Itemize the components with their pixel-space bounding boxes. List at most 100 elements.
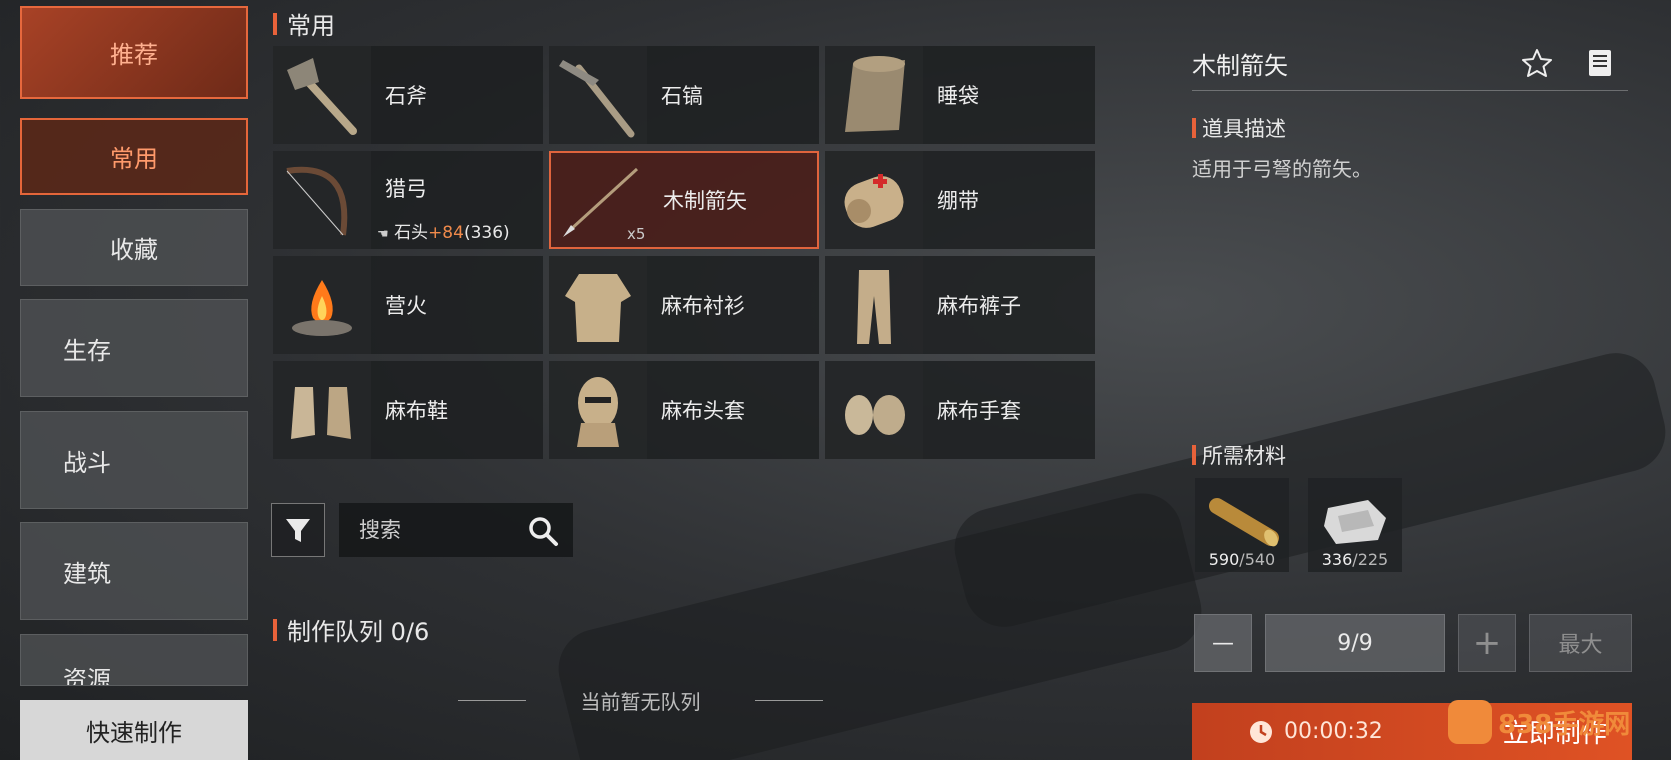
material-count: 590/540 — [1195, 550, 1289, 569]
linen-shirt-icon — [549, 256, 647, 354]
sidebar-item-label: 建筑 — [63, 559, 111, 588]
background-shape — [550, 484, 1210, 760]
linen-pants-icon — [825, 256, 923, 354]
item-card-campfire[interactable]: 营火 — [273, 256, 543, 354]
sidebar-item-combat[interactable]: 战斗 — [20, 411, 248, 509]
item-requirement: ☚ 石头+84(336) — [377, 218, 510, 243]
clock-icon — [1250, 720, 1272, 743]
filter-button[interactable] — [271, 503, 325, 557]
item-card-stone-pickaxe[interactable]: 石镐 — [549, 46, 819, 144]
material-count: 336/225 — [1308, 550, 1402, 569]
linen-gloves-icon — [825, 361, 923, 459]
description-heading-text: 道具描述 — [1202, 117, 1286, 141]
materials-heading: 所需材料 — [1192, 440, 1286, 470]
search-box — [339, 503, 573, 557]
requirement-count: (336) — [463, 223, 510, 243]
item-name: 麻布头套 — [661, 399, 745, 423]
sidebar-item-label: 资源 — [63, 666, 111, 686]
plus-icon: + — [1472, 623, 1502, 663]
watermark-logo-icon — [1448, 700, 1492, 744]
item-card-bandage[interactable]: 绷带 — [825, 151, 1095, 249]
sidebar-item-building[interactable]: 建筑 — [20, 522, 248, 620]
filter-icon — [286, 519, 310, 542]
hunting-bow-icon — [273, 151, 371, 249]
material-card-stone[interactable]: 336/225 — [1308, 478, 1402, 572]
item-name: 猎弓 — [385, 177, 427, 201]
stone-axe-icon — [273, 46, 371, 144]
stone-pickaxe-icon — [549, 46, 647, 144]
quick-craft-label: 快速制作 — [86, 718, 182, 747]
linen-shoes-icon — [273, 361, 371, 459]
material-have: 590 — [1208, 550, 1240, 569]
item-name: 睡袋 — [937, 84, 979, 108]
accent-bar — [1192, 118, 1196, 138]
sidebar-item-resources[interactable]: 资源 — [20, 634, 248, 686]
detail-item-title: 木制箭矢 — [1192, 52, 1288, 80]
queue-empty-message: 当前暂无队列 — [458, 686, 823, 715]
max-button[interactable]: 最大 — [1529, 614, 1632, 672]
item-name: 麻布手套 — [937, 399, 1021, 423]
craft-timer: 00:00:32 — [1284, 719, 1383, 744]
divider-line — [458, 700, 526, 701]
item-card-stone-axe[interactable]: 石斧 — [273, 46, 543, 144]
sidebar-item-survival[interactable]: 生存 — [20, 299, 248, 397]
watermark-text: 838手游网 — [1498, 709, 1631, 740]
quantity-value: 9/9 — [1337, 630, 1373, 656]
item-name: 麻布裤子 — [937, 294, 1021, 318]
decrease-button[interactable]: — — [1194, 614, 1252, 672]
item-quantity: x5 — [627, 225, 646, 243]
item-name: 营火 — [385, 294, 427, 318]
item-name: 石镐 — [661, 84, 703, 108]
search-input[interactable] — [359, 518, 519, 542]
section-title-text: 常用 — [287, 12, 335, 40]
sidebar-item-recommend[interactable]: 推荐 — [20, 6, 248, 99]
item-card-sleeping-bag[interactable]: 睡袋 — [825, 46, 1095, 144]
accent-bar — [1192, 445, 1196, 465]
sidebar-item-label: 战斗 — [63, 448, 111, 477]
requirement-plus: +84 — [428, 223, 464, 243]
star-icon[interactable] — [1521, 47, 1553, 79]
sidebar-item-label: 生存 — [63, 336, 111, 365]
search-icon[interactable] — [527, 515, 559, 547]
item-card-linen-shoes[interactable]: 麻布鞋 — [273, 361, 543, 459]
bandage-icon — [825, 151, 923, 249]
material-need: /225 — [1352, 550, 1389, 569]
max-label: 最大 — [1558, 633, 1603, 658]
material-card-wood[interactable]: 590/540 — [1195, 478, 1289, 572]
item-name: 石斧 — [385, 84, 427, 108]
campfire-icon — [273, 256, 371, 354]
item-card-hunting-bow[interactable]: 猎弓 ☚ 石头+84(336) — [273, 151, 543, 249]
material-need: /540 — [1239, 550, 1276, 569]
sidebar-item-favorites[interactable]: 收藏 — [20, 209, 248, 286]
sleeping-bag-icon — [825, 46, 923, 144]
quick-craft-button[interactable]: 快速制作 — [20, 700, 248, 760]
requirement-name: 石头 — [394, 223, 429, 243]
item-name: 木制箭矢 — [663, 189, 747, 213]
detail-divider — [1192, 90, 1628, 91]
book-icon[interactable] — [1586, 47, 1614, 79]
description-heading: 道具描述 — [1192, 113, 1286, 143]
item-name: 麻布鞋 — [385, 399, 448, 423]
sidebar-item-label: 推荐 — [110, 41, 158, 69]
material-have: 336 — [1321, 550, 1353, 569]
sidebar-item-label: 常用 — [110, 145, 158, 173]
item-description: 适用于弓弩的箭矢。 — [1192, 157, 1372, 181]
queue-title-text: 制作队列 0/6 — [287, 618, 430, 646]
item-card-linen-hood[interactable]: 麻布头套 — [549, 361, 819, 459]
item-card-linen-gloves[interactable]: 麻布手套 — [825, 361, 1095, 459]
quantity-display[interactable]: 9/9 — [1265, 614, 1445, 672]
item-card-linen-shirt[interactable]: 麻布衬衫 — [549, 256, 819, 354]
accent-bar — [273, 618, 277, 641]
item-card-linen-pants[interactable]: 麻布裤子 — [825, 256, 1095, 354]
sidebar-item-common[interactable]: 常用 — [20, 118, 248, 195]
increase-button[interactable]: + — [1458, 614, 1516, 672]
item-card-wooden-arrow[interactable]: 木制箭矢 x5 — [549, 151, 819, 249]
linen-hood-icon — [549, 361, 647, 459]
item-name: 绷带 — [937, 189, 979, 213]
sidebar-item-label: 收藏 — [110, 236, 158, 264]
materials-heading-text: 所需材料 — [1202, 444, 1286, 468]
queue-empty-text: 当前暂无队列 — [580, 690, 701, 714]
site-watermark: 838手游网 — [1448, 700, 1630, 744]
accent-bar — [273, 12, 277, 35]
section-title: 常用 — [273, 6, 335, 41]
